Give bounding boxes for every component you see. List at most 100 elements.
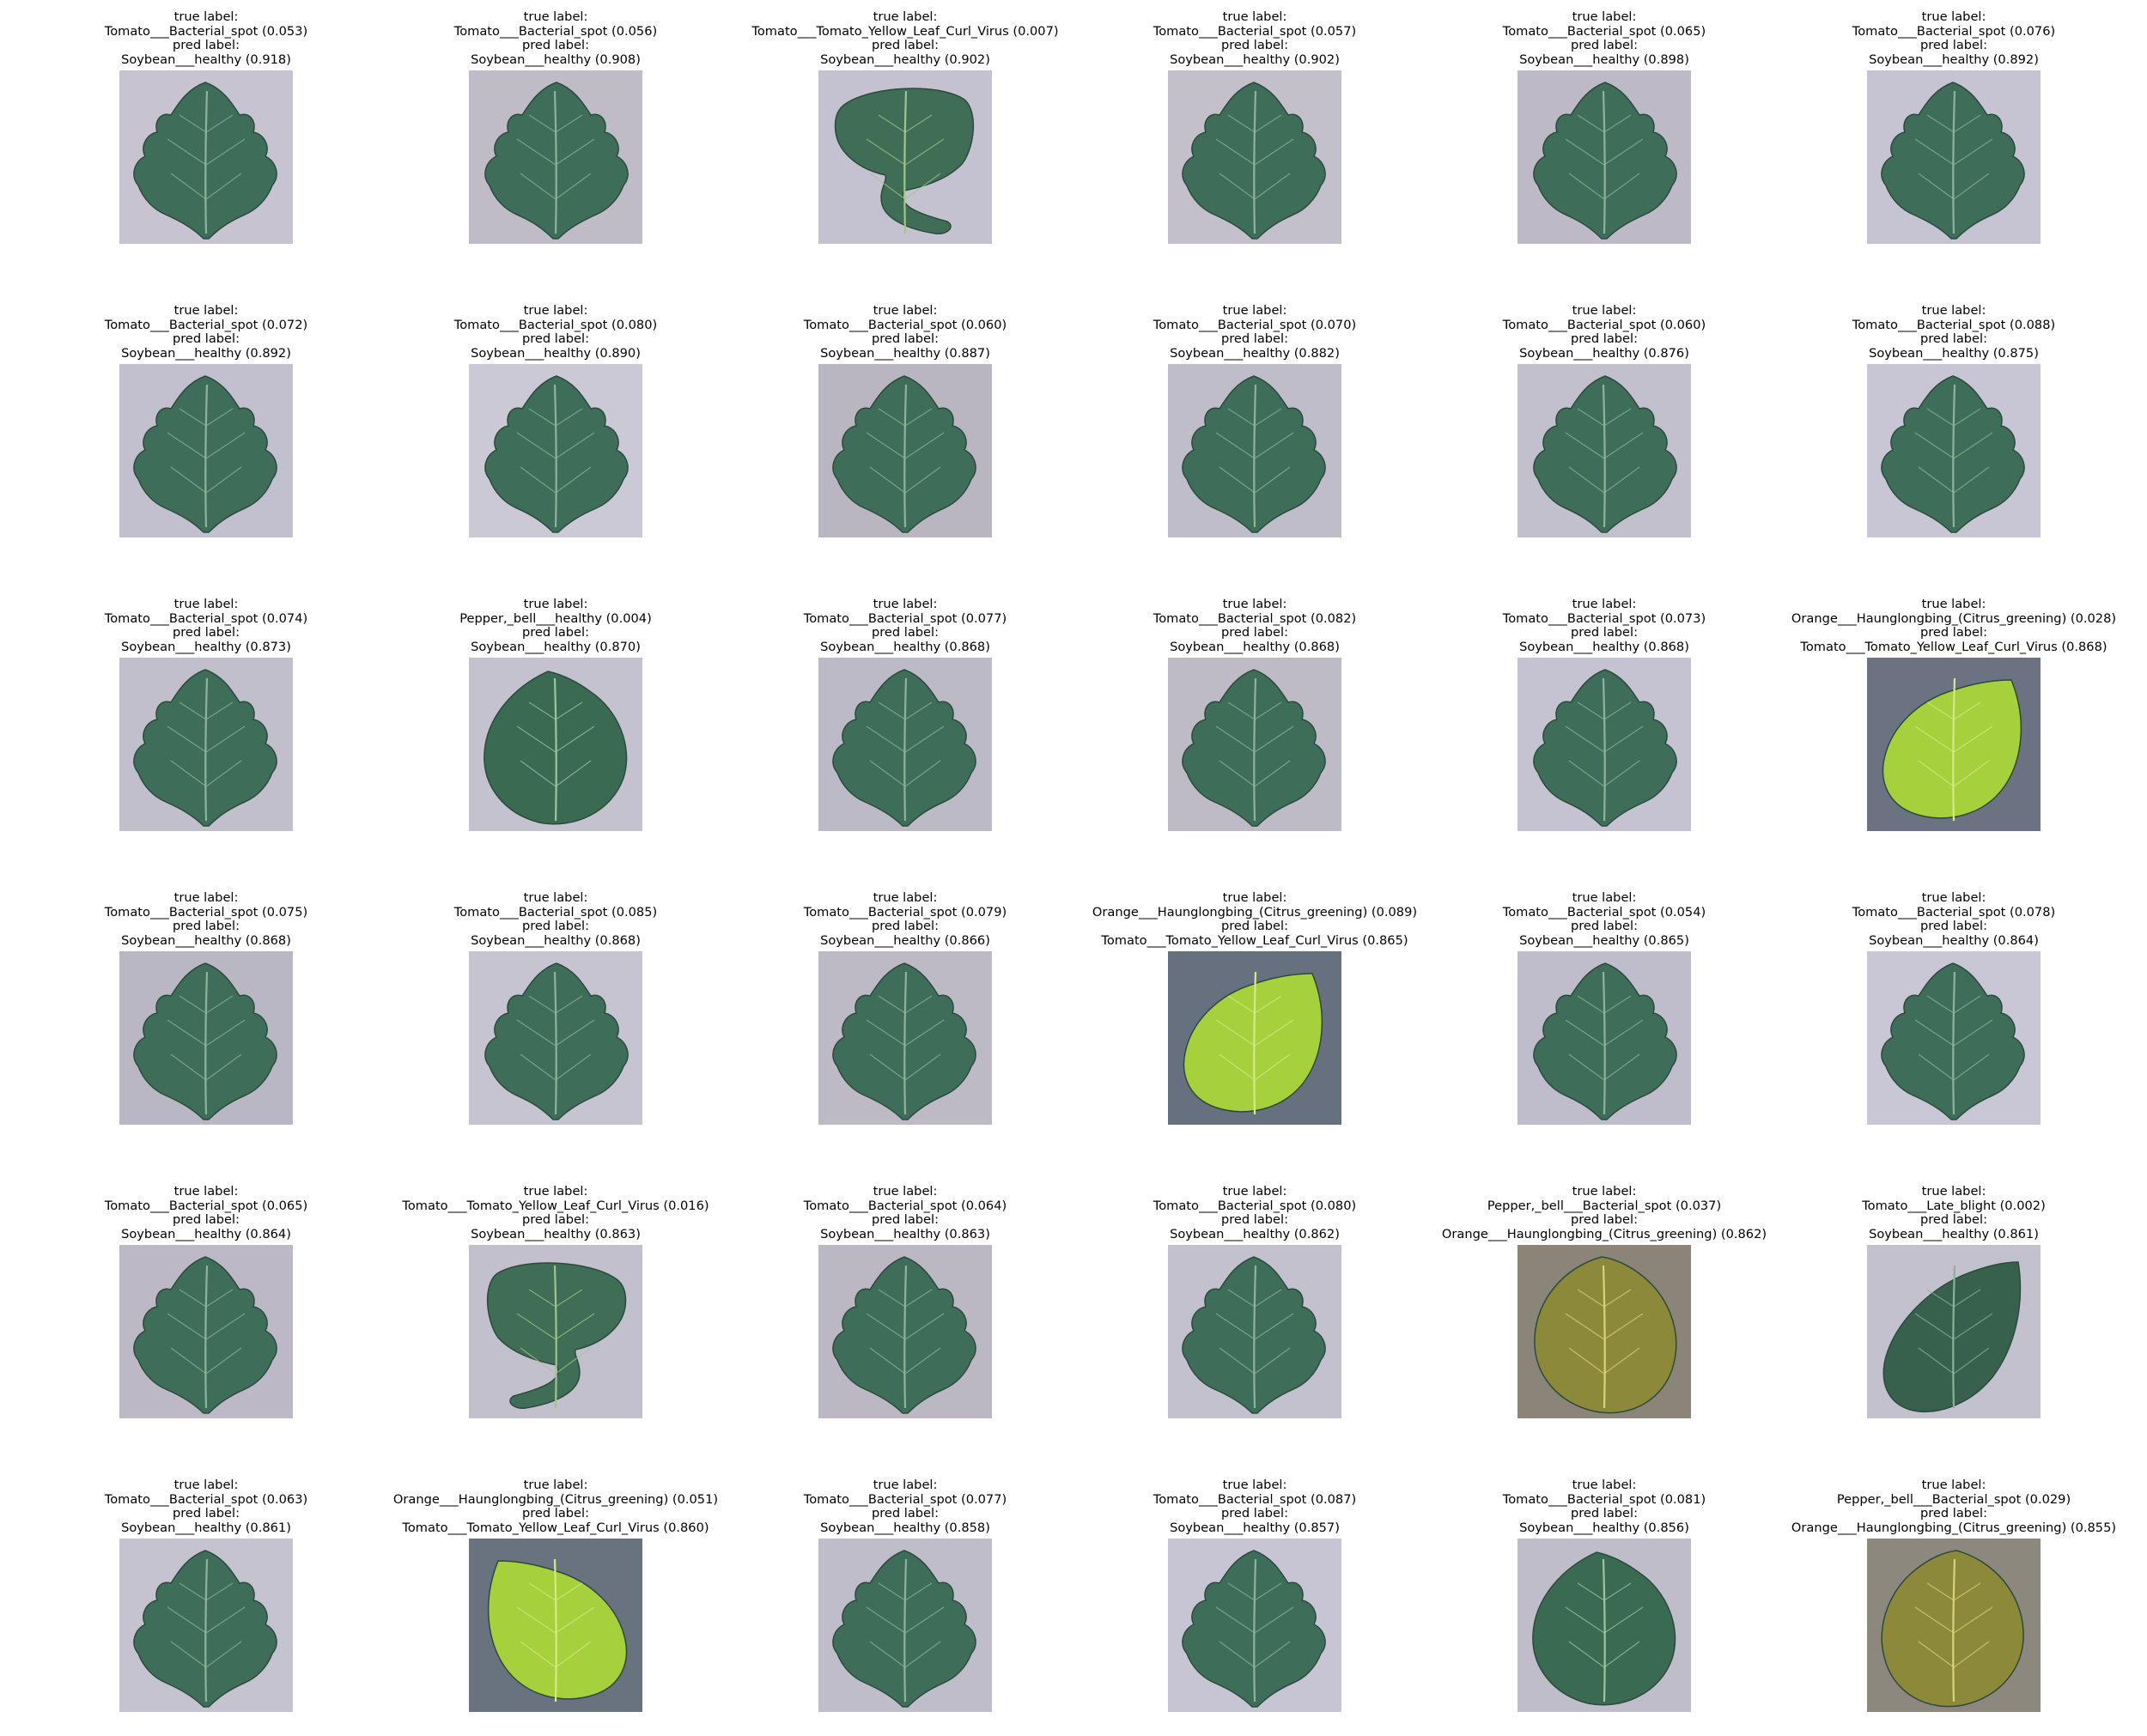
leaf-image bbox=[1867, 658, 2041, 831]
sample-caption: true label: Tomato___Bacterial_spot (0.06… bbox=[32, 1184, 380, 1243]
sample-cell: true label: Pepper,_bell___Bacterial_spot… bbox=[1430, 1184, 1779, 1442]
leaf-image bbox=[469, 1539, 642, 1712]
true-label-heading: true label: bbox=[1222, 1478, 1287, 1492]
pred-label-value: Soybean___healthy (0.890) bbox=[471, 345, 641, 361]
sample-caption: true label: Tomato___Bacterial_spot (0.05… bbox=[1080, 9, 1429, 69]
sample-caption: true label: Pepper,_bell___healthy (0.004… bbox=[381, 597, 730, 656]
sample-cell: true label: Tomato___Bacterial_spot (0.07… bbox=[1779, 9, 2128, 268]
sample-cell: true label: Tomato___Bacterial_spot (0.07… bbox=[1779, 890, 2128, 1149]
pred-label-value: Tomato___Tomato_Yellow_Leaf_Curl_Virus (… bbox=[402, 1520, 709, 1535]
pred-label-value: Soybean___healthy (0.857) bbox=[1170, 1520, 1340, 1535]
leaf-image bbox=[818, 1245, 992, 1418]
pred-label-value: Soybean___healthy (0.908) bbox=[471, 52, 641, 67]
leaf-image bbox=[1517, 1245, 1691, 1418]
pred-label-value: Soybean___healthy (0.902) bbox=[1170, 52, 1340, 67]
pred-label-value: Soybean___healthy (0.875) bbox=[1869, 345, 2039, 361]
sample-cell: true label: Tomato___Bacterial_spot (0.08… bbox=[1779, 303, 2128, 561]
pred-label-heading: pred label: bbox=[1570, 38, 1639, 52]
pred-label-heading: pred label: bbox=[1220, 38, 1289, 52]
pred-label-value: Soybean___healthy (0.892) bbox=[121, 345, 291, 361]
pred-label-heading: pred label: bbox=[1570, 625, 1639, 640]
pred-label-value: Tomato___Tomato_Yellow_Leaf_Curl_Virus (… bbox=[1101, 932, 1408, 948]
pred-label-heading: pred label: bbox=[1919, 331, 1988, 346]
sample-cell: true label: Tomato___Bacterial_spot (0.08… bbox=[381, 890, 730, 1149]
pred-label-heading: pred label: bbox=[172, 1506, 240, 1521]
pred-label-value: Soybean___healthy (0.868) bbox=[820, 639, 990, 654]
sample-cell: true label: Tomato___Late_blight (0.002) p… bbox=[1779, 1184, 2128, 1442]
pred-label-value: Soybean___healthy (0.858) bbox=[820, 1520, 990, 1535]
true-label-heading: true label: bbox=[173, 597, 239, 611]
true-label-heading: true label: bbox=[873, 1478, 938, 1492]
leaf-image bbox=[1168, 658, 1341, 831]
pred-label-heading: pred label: bbox=[1919, 625, 1988, 640]
leaf-image bbox=[1867, 1245, 2041, 1418]
pred-label-value: Soybean___healthy (0.862) bbox=[1170, 1226, 1340, 1241]
sample-caption: true label: Tomato___Bacterial_spot (0.06… bbox=[731, 1184, 1080, 1243]
sample-cell: true label: Tomato___Tomato_Yellow_Leaf_C… bbox=[731, 9, 1080, 268]
pred-label-heading: pred label: bbox=[1919, 1506, 1988, 1521]
pred-label-heading: pred label: bbox=[1570, 1506, 1639, 1521]
leaf-image bbox=[119, 1539, 293, 1712]
leaf-image bbox=[1867, 364, 2041, 537]
true-label-heading: true label: bbox=[523, 1478, 588, 1492]
true-label-heading: true label: bbox=[873, 303, 938, 318]
sample-cell: true label: Tomato___Bacterial_spot (0.07… bbox=[1430, 597, 1779, 855]
sample-cell: true label: Tomato___Bacterial_spot (0.06… bbox=[1430, 303, 1779, 561]
sample-cell: true label: Tomato___Bacterial_spot (0.08… bbox=[1080, 1478, 1429, 1736]
sample-caption: true label: Pepper,_bell___Bacterial_spot… bbox=[1779, 1478, 2128, 1537]
sample-cell: true label: Tomato___Bacterial_spot (0.08… bbox=[1430, 1478, 1779, 1736]
pred-label-value: Soybean___healthy (0.861) bbox=[1869, 1226, 2039, 1241]
pred-label-heading: pred label: bbox=[871, 625, 940, 640]
pred-label-value: Soybean___healthy (0.868) bbox=[1170, 639, 1340, 654]
leaf-image bbox=[469, 70, 642, 244]
true-label-value: Pepper,_bell___Bacterial_spot (0.029) bbox=[1836, 1491, 2071, 1507]
true-label-heading: true label: bbox=[1222, 9, 1287, 24]
sample-cell: true label: Tomato___Bacterial_spot (0.06… bbox=[731, 1184, 1080, 1442]
sample-cell: true label: Tomato___Bacterial_spot (0.05… bbox=[1430, 890, 1779, 1149]
sample-cell: true label: Tomato___Bacterial_spot (0.05… bbox=[32, 9, 380, 268]
sample-caption: true label: Orange___Haunglongbing_(Citru… bbox=[381, 1478, 730, 1537]
leaf-image bbox=[1517, 658, 1691, 831]
leaf-image bbox=[1168, 1245, 1341, 1418]
pred-label-heading: pred label: bbox=[521, 919, 590, 933]
true-label-value: Tomato___Bacterial_spot (0.081) bbox=[1502, 1491, 1706, 1507]
sample-caption: true label: Tomato___Bacterial_spot (0.06… bbox=[1430, 303, 1779, 362]
true-label-value: Tomato___Bacterial_spot (0.060) bbox=[1502, 317, 1706, 332]
pred-label-heading: pred label: bbox=[1220, 625, 1289, 640]
leaf-image bbox=[119, 364, 293, 537]
sample-cell: true label: Tomato___Bacterial_spot (0.07… bbox=[731, 890, 1080, 1149]
pred-label-heading: pred label: bbox=[1220, 1212, 1289, 1227]
leaf-image bbox=[1168, 1539, 1341, 1712]
pred-label-value: Soybean___healthy (0.902) bbox=[820, 52, 990, 67]
true-label-value: Tomato___Bacterial_spot (0.077) bbox=[803, 1491, 1007, 1507]
leaf-image bbox=[119, 70, 293, 244]
pred-label-value: Soybean___healthy (0.865) bbox=[1519, 932, 1689, 948]
pred-label-heading: pred label: bbox=[1570, 331, 1639, 346]
true-label-value: Tomato___Bacterial_spot (0.072) bbox=[104, 317, 308, 332]
pred-label-heading: pred label: bbox=[521, 331, 590, 346]
sample-caption: true label: Tomato___Tomato_Yellow_Leaf_C… bbox=[381, 1184, 730, 1243]
true-label-value: Pepper,_bell___Bacterial_spot (0.037) bbox=[1487, 1198, 1722, 1213]
sample-cell: true label: Orange___Haunglongbing_(Citru… bbox=[1080, 890, 1429, 1149]
true-label-value: Tomato___Tomato_Yellow_Leaf_Curl_Virus (… bbox=[751, 23, 1059, 39]
pred-label-value: Soybean___healthy (0.918) bbox=[121, 52, 291, 67]
sample-cell: true label: Orange___Haunglongbing_(Citru… bbox=[381, 1478, 730, 1736]
sample-caption: true label: Tomato___Bacterial_spot (0.08… bbox=[1080, 597, 1429, 656]
sample-caption: true label: Tomato___Bacterial_spot (0.08… bbox=[381, 890, 730, 950]
sample-caption: true label: Tomato___Tomato_Yellow_Leaf_C… bbox=[731, 9, 1080, 69]
pred-label-heading: pred label: bbox=[521, 1506, 590, 1521]
pred-label-heading: pred label: bbox=[1919, 38, 1988, 52]
sample-caption: true label: Tomato___Bacterial_spot (0.05… bbox=[32, 9, 380, 69]
pred-label-heading: pred label: bbox=[1220, 331, 1289, 346]
pred-label-heading: pred label: bbox=[871, 1212, 940, 1227]
pred-label-heading: pred label: bbox=[1220, 919, 1289, 933]
true-label-heading: true label: bbox=[1572, 890, 1637, 905]
true-label-heading: true label: bbox=[1921, 1478, 1986, 1492]
true-label-value: Tomato___Bacterial_spot (0.077) bbox=[803, 610, 1007, 626]
true-label-heading: true label: bbox=[523, 9, 588, 24]
pred-label-value: Orange___Haunglongbing_(Citrus_greening)… bbox=[1441, 1226, 1767, 1241]
pred-label-value: Soybean___healthy (0.866) bbox=[820, 932, 990, 948]
sample-cell: true label: Pepper,_bell___Bacterial_spot… bbox=[1779, 1478, 2128, 1736]
true-label-value: Tomato___Bacterial_spot (0.065) bbox=[1502, 23, 1706, 39]
leaf-image bbox=[818, 951, 992, 1125]
